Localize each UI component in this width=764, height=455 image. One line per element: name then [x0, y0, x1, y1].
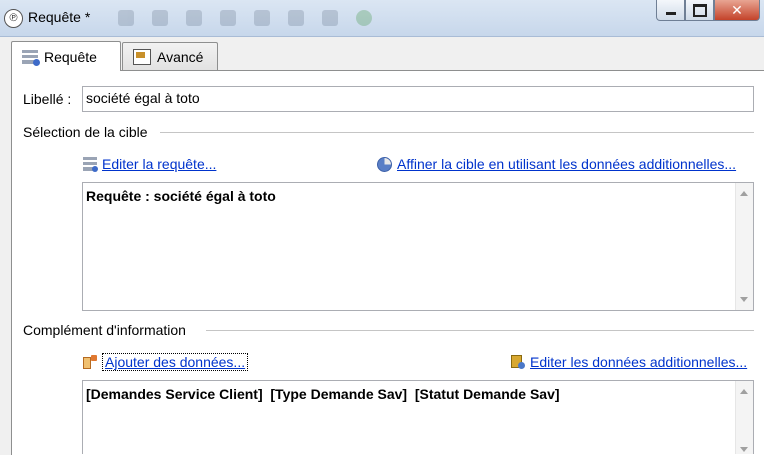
window-title: Requête *: [28, 9, 91, 25]
additional-data-box[interactable]: [Demandes Service Client] [Type Demande …: [82, 380, 754, 454]
scroll-up-icon[interactable]: [740, 191, 748, 196]
app-logo-icon: ℗: [4, 9, 23, 28]
edit-query-icon: [83, 157, 98, 172]
libelle-input[interactable]: société égal à toto: [82, 86, 754, 112]
target-section-title: Sélection de la cible: [23, 124, 148, 140]
minimize-button[interactable]: [656, 0, 685, 21]
toolbar-icon: [288, 10, 304, 26]
scroll-down-icon[interactable]: [740, 447, 748, 452]
add-data-icon: [83, 355, 97, 369]
pie-chart-icon: [377, 156, 392, 172]
advanced-icon: [133, 48, 151, 65]
toolbar-icon: [220, 10, 236, 26]
tab-avance[interactable]: Avancé: [122, 42, 218, 70]
toolbar-icon: [322, 10, 338, 26]
toolbar-icon: [356, 10, 372, 26]
edit-query-link[interactable]: Editer la requête...: [83, 156, 216, 172]
scroll-up-icon[interactable]: [740, 389, 748, 394]
tab-requete[interactable]: Requête: [11, 41, 121, 71]
toolbar-icon: [186, 10, 202, 26]
minimize-icon: [665, 11, 676, 15]
query-icon: [22, 49, 40, 66]
edit-data-label: Editer les données additionnelles...: [530, 354, 748, 370]
vertical-scrollbar[interactable]: [735, 183, 753, 310]
maximize-icon: [692, 3, 707, 17]
toolbar-icon: [254, 10, 270, 26]
edit-query-label: Editer la requête...: [102, 156, 217, 172]
info-section-title: Complément d'information: [23, 322, 186, 338]
additional-data-text: [Demandes Service Client] [Type Demande …: [86, 386, 560, 402]
add-data-link[interactable]: Ajouter des données...: [83, 353, 249, 371]
query-summary-text: Requête : société égal à toto: [86, 188, 276, 204]
libelle-label: Libellé :: [23, 91, 72, 107]
close-icon: ✕: [731, 1, 743, 18]
faded-toolbar: [118, 10, 372, 26]
close-button[interactable]: ✕: [714, 0, 760, 21]
edit-data-link[interactable]: Editer les données additionnelles...: [511, 354, 747, 370]
scroll-down-icon[interactable]: [740, 297, 748, 302]
refine-target-link[interactable]: Affiner la cible en utilisant les donnée…: [377, 156, 736, 172]
section-divider: [160, 132, 754, 133]
toolbar-icon: [152, 10, 168, 26]
maximize-button[interactable]: [685, 0, 714, 21]
toolbar-icon: [118, 10, 134, 26]
query-summary-box[interactable]: Requête : société égal à toto: [82, 182, 754, 311]
section-divider: [206, 330, 754, 331]
edit-data-icon: [511, 355, 525, 369]
add-data-label: Ajouter des données...: [102, 353, 249, 371]
tab-label: Requête: [44, 48, 97, 65]
refine-target-label: Affiner la cible en utilisant les donnée…: [397, 156, 737, 172]
title-bar: ℗ Requête * ✕: [0, 0, 764, 37]
window-controls: ✕: [656, 0, 760, 21]
tab-label: Avancé: [157, 48, 204, 65]
vertical-scrollbar[interactable]: [735, 381, 753, 454]
